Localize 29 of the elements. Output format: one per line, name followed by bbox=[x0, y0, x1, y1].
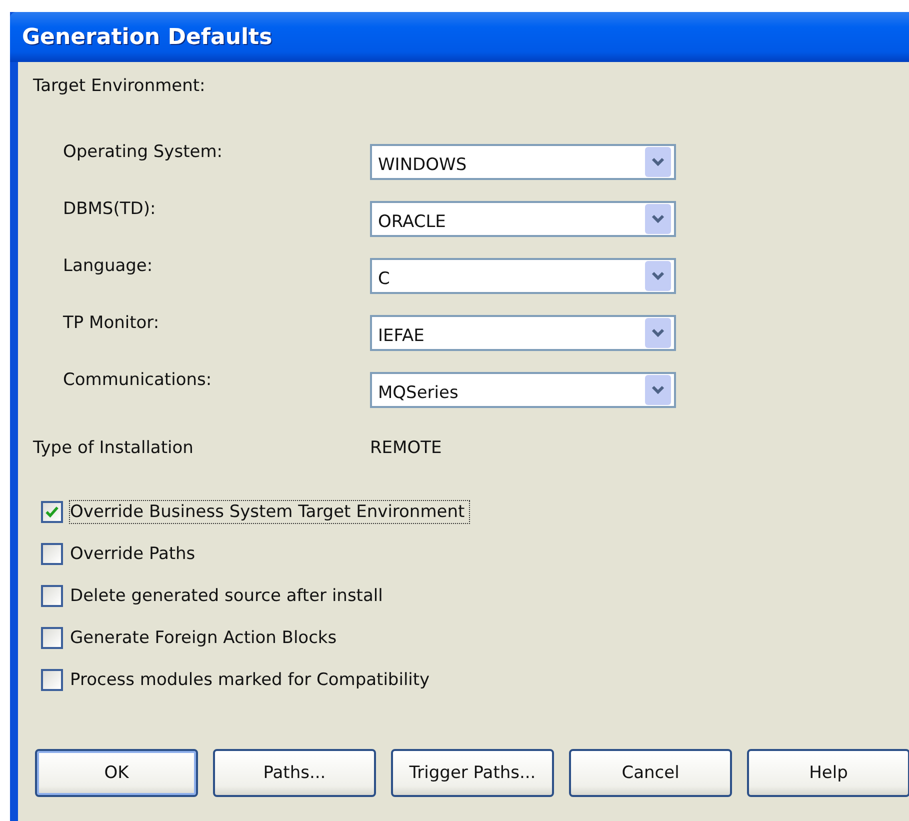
dropdown-field[interactable]: WINDOWS bbox=[370, 144, 676, 180]
field-label: Communications: bbox=[63, 370, 213, 390]
window-title: Generation Defaults bbox=[22, 24, 272, 50]
checkbox[interactable] bbox=[41, 627, 63, 649]
dropdown-field[interactable]: ORACLE bbox=[370, 201, 676, 237]
checkbox-label[interactable]: Process modules marked for Compatibility bbox=[69, 668, 435, 692]
dropdown-field[interactable]: C bbox=[370, 258, 676, 294]
dialog-button[interactable]: Cancel bbox=[569, 749, 732, 797]
dialog-button[interactable]: OK bbox=[35, 749, 198, 797]
checkbox[interactable] bbox=[41, 501, 63, 523]
checkbox-label[interactable]: Override Business System Target Environment bbox=[69, 500, 470, 524]
field-label: DBMS(TD): bbox=[63, 199, 157, 219]
checkbox[interactable] bbox=[41, 669, 63, 691]
dropdown-field[interactable]: IEFAE bbox=[370, 315, 676, 351]
field-label: Operating System: bbox=[63, 142, 224, 162]
checkbox-label[interactable]: Override Paths bbox=[69, 542, 200, 566]
field-label: TP Monitor: bbox=[63, 313, 160, 333]
section-label: Target Environment: bbox=[33, 76, 206, 96]
checkbox-label[interactable]: Delete generated source after install bbox=[69, 584, 388, 608]
dialog-button[interactable]: Help bbox=[747, 749, 909, 797]
field-label: Language: bbox=[63, 256, 154, 276]
dialog-button[interactable]: Trigger Paths... bbox=[391, 749, 554, 797]
checkbox[interactable] bbox=[41, 585, 63, 607]
checkbox[interactable] bbox=[41, 543, 63, 565]
dropdown-field[interactable]: MQSeries bbox=[370, 372, 676, 408]
installation-value: REMOTE bbox=[370, 438, 442, 458]
installation-label: Type of Installation bbox=[33, 438, 194, 458]
checkbox-label[interactable]: Generate Foreign Action Blocks bbox=[69, 626, 342, 650]
dialog-button[interactable]: Paths... bbox=[213, 749, 376, 797]
